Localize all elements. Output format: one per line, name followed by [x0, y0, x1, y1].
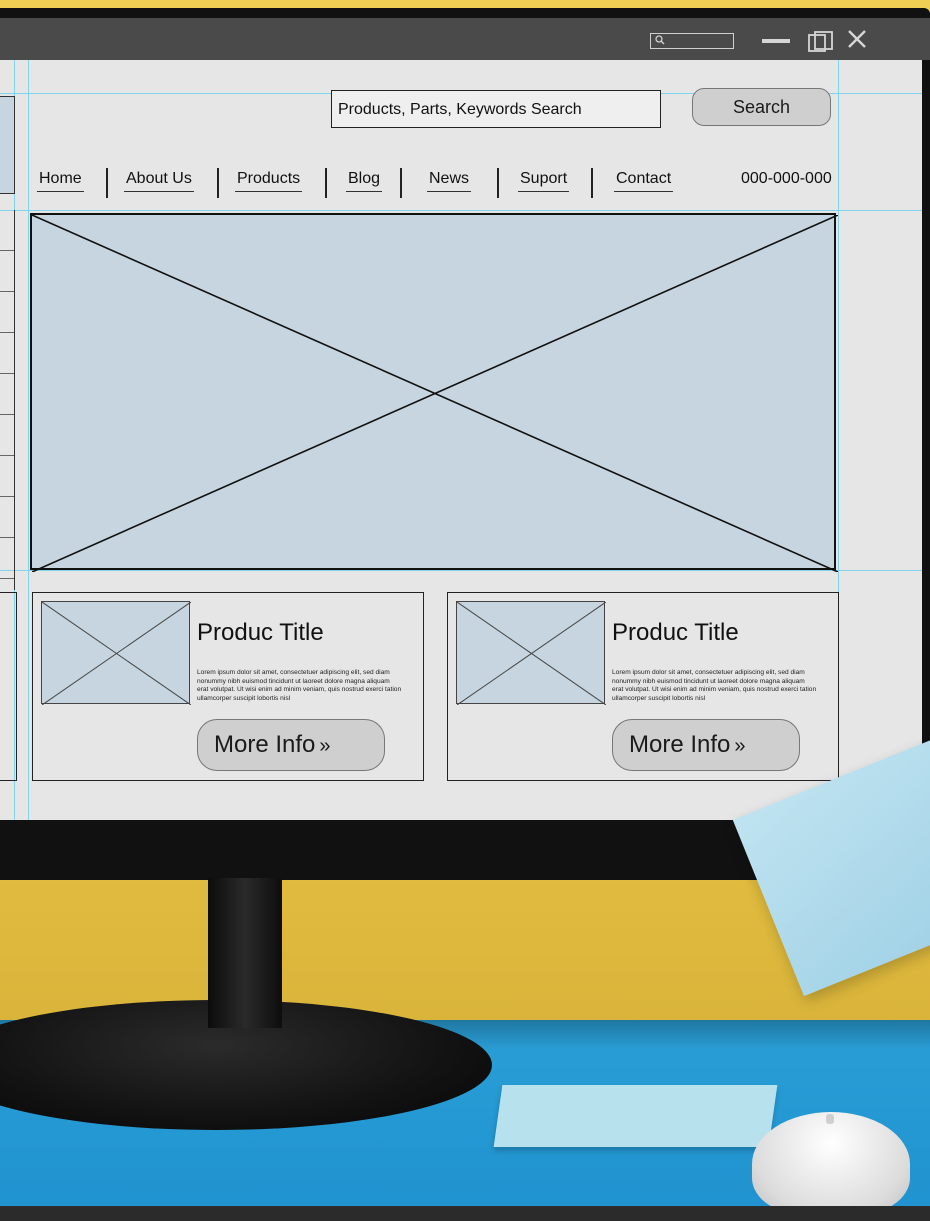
- minimize-icon[interactable]: [762, 39, 790, 43]
- nav-divider: [217, 168, 219, 198]
- window-titlebar: [0, 18, 930, 60]
- mouse-scroll-wheel: [826, 1114, 834, 1124]
- nav-divider: [400, 168, 402, 198]
- product-title: Produc Title: [197, 619, 324, 646]
- hero-image-placeholder: [30, 213, 838, 572]
- search-input[interactable]: Products, Parts, Keywords Search: [331, 90, 661, 128]
- nav-label: Blog: [348, 170, 381, 187]
- product-description: Lorem ipsum dolor sit amet, consectetuer…: [197, 669, 402, 702]
- restore-icon[interactable]: [808, 31, 834, 53]
- nav-divider: [106, 168, 108, 198]
- placeholder-cross-icon: [457, 602, 606, 705]
- placeholder-cross-icon: [32, 215, 838, 572]
- product-title: Produc Title: [612, 619, 739, 646]
- computer-mouse: [752, 1112, 910, 1216]
- more-info-button[interactable]: More Info»: [612, 719, 800, 771]
- nav-products[interactable]: Products: [235, 170, 303, 192]
- double-chevron-right-icon: »: [734, 735, 746, 757]
- nav-divider: [591, 168, 593, 198]
- nav-divider: [325, 168, 327, 198]
- phone-number: 000-000-000: [741, 170, 832, 187]
- partial-placeholder: [0, 96, 15, 194]
- photo-scene: Products, Parts, Keywords Search Search …: [0, 0, 930, 1221]
- nav-home[interactable]: Home: [37, 170, 84, 192]
- nav-divider: [497, 168, 499, 198]
- nav-label: Suport: [520, 170, 568, 187]
- guide-line: [0, 210, 922, 211]
- nav-label: Contact: [616, 170, 672, 187]
- nav-label: News: [429, 170, 470, 187]
- more-info-label: More Info: [629, 731, 731, 758]
- nav-suport[interactable]: Suport: [518, 170, 570, 192]
- more-info-label: More Info: [214, 731, 316, 758]
- nav-contact[interactable]: Contact: [614, 170, 674, 192]
- nav-label: Home: [39, 170, 82, 187]
- partial-product-card: [0, 592, 17, 781]
- product-card: Produc Title Lorem ipsum dolor sit amet,…: [32, 592, 424, 781]
- nav-about-us[interactable]: About Us: [124, 170, 194, 192]
- nav-news[interactable]: News: [427, 170, 472, 192]
- nav-blog[interactable]: Blog: [346, 170, 383, 192]
- more-info-button[interactable]: More Info»: [197, 719, 385, 771]
- product-description: Lorem ipsum dolor sit amet, consectetuer…: [612, 669, 817, 702]
- close-icon[interactable]: [846, 27, 868, 51]
- bottom-frame-bar: [0, 1206, 930, 1221]
- search-button[interactable]: Search: [692, 88, 831, 126]
- sticky-note-pad: [493, 1085, 778, 1147]
- product-card: Produc Title Lorem ipsum dolor sit amet,…: [447, 592, 839, 781]
- placeholder-cross-icon: [42, 602, 191, 705]
- search-icon: [655, 35, 665, 45]
- partial-side-list: [0, 210, 15, 590]
- nav-label: Products: [237, 170, 301, 187]
- double-chevron-right-icon: »: [319, 735, 331, 757]
- titlebar-search-field[interactable]: [650, 33, 734, 49]
- nav-label: About Us: [126, 170, 192, 187]
- wireframe-screen: Products, Parts, Keywords Search Search …: [0, 60, 922, 820]
- monitor-stand-neck: [208, 878, 282, 1028]
- product-image-placeholder: [41, 601, 191, 705]
- guide-line: [28, 60, 29, 820]
- product-image-placeholder: [456, 601, 606, 705]
